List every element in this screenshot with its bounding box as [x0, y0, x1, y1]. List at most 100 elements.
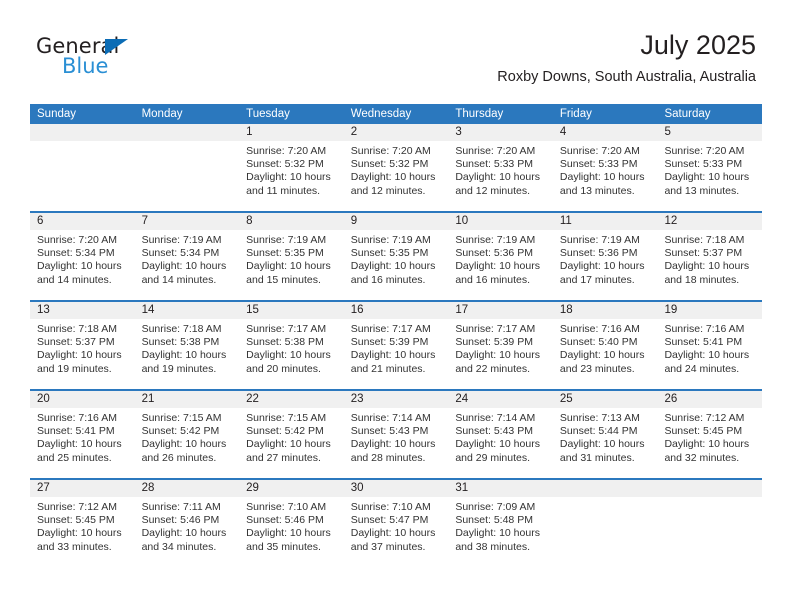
day-cell[interactable] [135, 141, 240, 211]
day-number[interactable]: 16 [344, 302, 449, 319]
day-cell[interactable]: Sunrise: 7:19 AM Sunset: 5:34 PM Dayligh… [135, 230, 240, 300]
day-number[interactable] [657, 480, 762, 497]
day-number[interactable]: 5 [657, 124, 762, 141]
daylight-text-line2: and 37 minutes. [350, 540, 426, 553]
sunset-text: Sunset: 5:45 PM [664, 425, 743, 438]
day-number[interactable]: 29 [239, 480, 344, 497]
daylight-text-line2: and 25 minutes. [37, 451, 112, 464]
weekday-header-thursday: Thursday [455, 108, 504, 120]
weekday-header-sunday: Sunday [37, 108, 77, 120]
daylight-text-line1: Daylight: 10 hours [455, 527, 540, 540]
day-cell[interactable]: Sunrise: 7:19 AM Sunset: 5:36 PM Dayligh… [553, 230, 658, 300]
daylight-text-line1: Daylight: 10 hours [37, 527, 122, 540]
sunset-text: Sunset: 5:37 PM [664, 247, 743, 260]
day-cell[interactable]: Sunrise: 7:20 AM Sunset: 5:32 PM Dayligh… [344, 141, 449, 211]
day-cell[interactable]: Sunrise: 7:13 AM Sunset: 5:44 PM Dayligh… [553, 408, 658, 478]
day-number[interactable] [135, 124, 240, 141]
day-number[interactable]: 15 [239, 302, 344, 319]
calendar-week-row: 27 28 29 30 31 Sunrise: 7:12 AM Sunset: … [30, 480, 762, 567]
day-cell[interactable]: Sunrise: 7:17 AM Sunset: 5:39 PM Dayligh… [344, 319, 449, 389]
day-cell[interactable]: Sunrise: 7:18 AM Sunset: 5:37 PM Dayligh… [657, 230, 762, 300]
day-cell[interactable]: Sunrise: 7:17 AM Sunset: 5:38 PM Dayligh… [239, 319, 344, 389]
day-cell[interactable]: Sunrise: 7:11 AM Sunset: 5:46 PM Dayligh… [135, 497, 240, 567]
day-cell[interactable] [30, 141, 135, 211]
day-number[interactable]: 20 [30, 391, 135, 408]
day-cell[interactable] [657, 497, 762, 567]
day-number[interactable]: 27 [30, 480, 135, 497]
daylight-text-line1: Daylight: 10 hours [559, 438, 645, 451]
daylight-text-line2: and 32 minutes. [664, 451, 740, 464]
day-cell[interactable]: Sunrise: 7:20 AM Sunset: 5:34 PM Dayligh… [30, 230, 135, 300]
day-cell[interactable]: Sunrise: 7:20 AM Sunset: 5:33 PM Dayligh… [657, 141, 762, 211]
day-cell[interactable]: Sunrise: 7:18 AM Sunset: 5:37 PM Dayligh… [30, 319, 135, 389]
day-cell[interactable]: Sunrise: 7:10 AM Sunset: 5:46 PM Dayligh… [239, 497, 344, 567]
day-cell[interactable]: Sunrise: 7:17 AM Sunset: 5:39 PM Dayligh… [448, 319, 553, 389]
day-cell[interactable]: Sunrise: 7:09 AM Sunset: 5:48 PM Dayligh… [448, 497, 553, 567]
sunset-text: Sunset: 5:38 PM [246, 336, 324, 349]
day-number[interactable]: 24 [448, 391, 553, 408]
day-number[interactable]: 22 [239, 391, 344, 408]
day-cell[interactable]: Sunrise: 7:19 AM Sunset: 5:35 PM Dayligh… [344, 230, 449, 300]
day-cell[interactable]: Sunrise: 7:19 AM Sunset: 5:35 PM Dayligh… [239, 230, 344, 300]
daylight-text-line1: Daylight: 10 hours [455, 171, 540, 184]
day-cell[interactable]: Sunrise: 7:16 AM Sunset: 5:41 PM Dayligh… [30, 408, 135, 478]
day-cell[interactable]: Sunrise: 7:16 AM Sunset: 5:41 PM Dayligh… [657, 319, 762, 389]
day-number[interactable]: 31 [448, 480, 553, 497]
sunset-text: Sunset: 5:46 PM [141, 514, 220, 527]
day-number[interactable]: 26 [657, 391, 762, 408]
day-number[interactable]: 25 [553, 391, 658, 408]
sunset-text: Sunset: 5:39 PM [455, 336, 533, 349]
day-number[interactable]: 10 [448, 213, 553, 230]
sunset-text: Sunset: 5:35 PM [350, 247, 429, 260]
day-number[interactable]: 9 [344, 213, 449, 230]
daylight-text-line1: Daylight: 10 hours [455, 349, 540, 362]
day-cell[interactable]: Sunrise: 7:19 AM Sunset: 5:36 PM Dayligh… [448, 230, 553, 300]
day-number[interactable]: 21 [135, 391, 240, 408]
day-number[interactable]: 7 [135, 213, 240, 230]
day-cell[interactable]: Sunrise: 7:14 AM Sunset: 5:43 PM Dayligh… [448, 408, 553, 478]
day-number[interactable]: 6 [30, 213, 135, 230]
daylight-text-line1: Daylight: 10 hours [559, 260, 645, 273]
day-cell[interactable]: Sunrise: 7:20 AM Sunset: 5:32 PM Dayligh… [239, 141, 344, 211]
daylight-text-line2: and 20 minutes. [246, 362, 321, 375]
day-cell[interactable]: Sunrise: 7:18 AM Sunset: 5:38 PM Dayligh… [135, 319, 240, 389]
day-number[interactable]: 30 [344, 480, 449, 497]
day-number[interactable]: 18 [553, 302, 658, 319]
day-cell[interactable]: Sunrise: 7:12 AM Sunset: 5:45 PM Dayligh… [657, 408, 762, 478]
calendar-week-row: 6 7 8 9 10 11 12 Sunrise: 7:20 AM Sunset… [30, 213, 762, 302]
day-number[interactable]: 3 [448, 124, 553, 141]
sunrise-text: Sunrise: 7:16 AM [559, 323, 640, 335]
weekday-header-wednesday: Wednesday [350, 108, 412, 120]
day-number[interactable]: 8 [239, 213, 344, 230]
day-number[interactable]: 14 [135, 302, 240, 319]
day-cell[interactable] [553, 497, 658, 567]
day-number[interactable]: 12 [657, 213, 762, 230]
day-cell[interactable]: Sunrise: 7:15 AM Sunset: 5:42 PM Dayligh… [135, 408, 240, 478]
sunset-text: Sunset: 5:48 PM [455, 514, 533, 527]
day-number[interactable]: 2 [344, 124, 449, 141]
sunrise-text: Sunrise: 7:09 AM [455, 501, 536, 513]
daylight-text-line2: and 34 minutes. [141, 540, 217, 553]
day-cell[interactable]: Sunrise: 7:12 AM Sunset: 5:45 PM Dayligh… [30, 497, 135, 567]
day-number[interactable]: 28 [135, 480, 240, 497]
day-cell[interactable]: Sunrise: 7:20 AM Sunset: 5:33 PM Dayligh… [448, 141, 553, 211]
daylight-text-line2: and 28 minutes. [350, 451, 426, 464]
daylight-text-line2: and 16 minutes. [350, 273, 426, 286]
day-number[interactable]: 13 [30, 302, 135, 319]
daylight-text-line1: Daylight: 10 hours [37, 438, 122, 451]
day-number[interactable]: 17 [448, 302, 553, 319]
day-cell[interactable]: Sunrise: 7:14 AM Sunset: 5:43 PM Dayligh… [344, 408, 449, 478]
day-cell[interactable]: Sunrise: 7:20 AM Sunset: 5:33 PM Dayligh… [553, 141, 658, 211]
day-number[interactable]: 4 [553, 124, 658, 141]
day-number[interactable]: 23 [344, 391, 449, 408]
day-number[interactable] [30, 124, 135, 141]
sunrise-text: Sunrise: 7:20 AM [559, 145, 640, 157]
day-number[interactable] [553, 480, 658, 497]
day-cell[interactable]: Sunrise: 7:15 AM Sunset: 5:42 PM Dayligh… [239, 408, 344, 478]
day-number[interactable]: 1 [239, 124, 344, 141]
day-number[interactable]: 11 [553, 213, 658, 230]
sunrise-text: Sunrise: 7:13 AM [559, 412, 640, 424]
day-cell[interactable]: Sunrise: 7:10 AM Sunset: 5:47 PM Dayligh… [344, 497, 449, 567]
day-number[interactable]: 19 [657, 302, 762, 319]
day-cell[interactable]: Sunrise: 7:16 AM Sunset: 5:40 PM Dayligh… [553, 319, 658, 389]
